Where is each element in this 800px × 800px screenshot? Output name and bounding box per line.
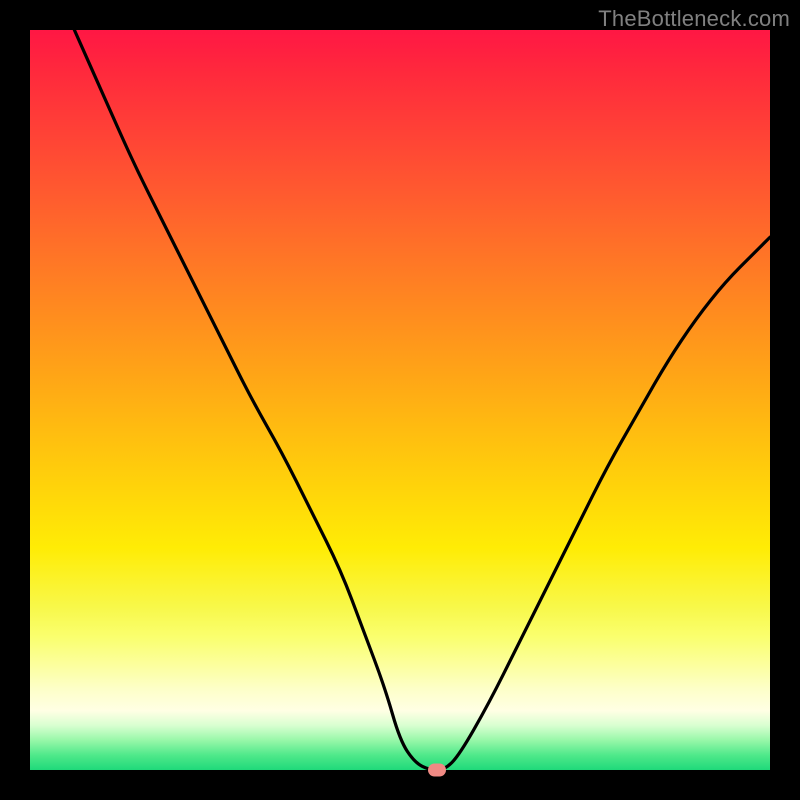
bottleneck-curve	[30, 30, 770, 770]
watermark-text: TheBottleneck.com	[598, 6, 790, 32]
chart-frame: TheBottleneck.com	[0, 0, 800, 800]
plot-area	[30, 30, 770, 770]
optimal-point-marker	[428, 764, 446, 777]
